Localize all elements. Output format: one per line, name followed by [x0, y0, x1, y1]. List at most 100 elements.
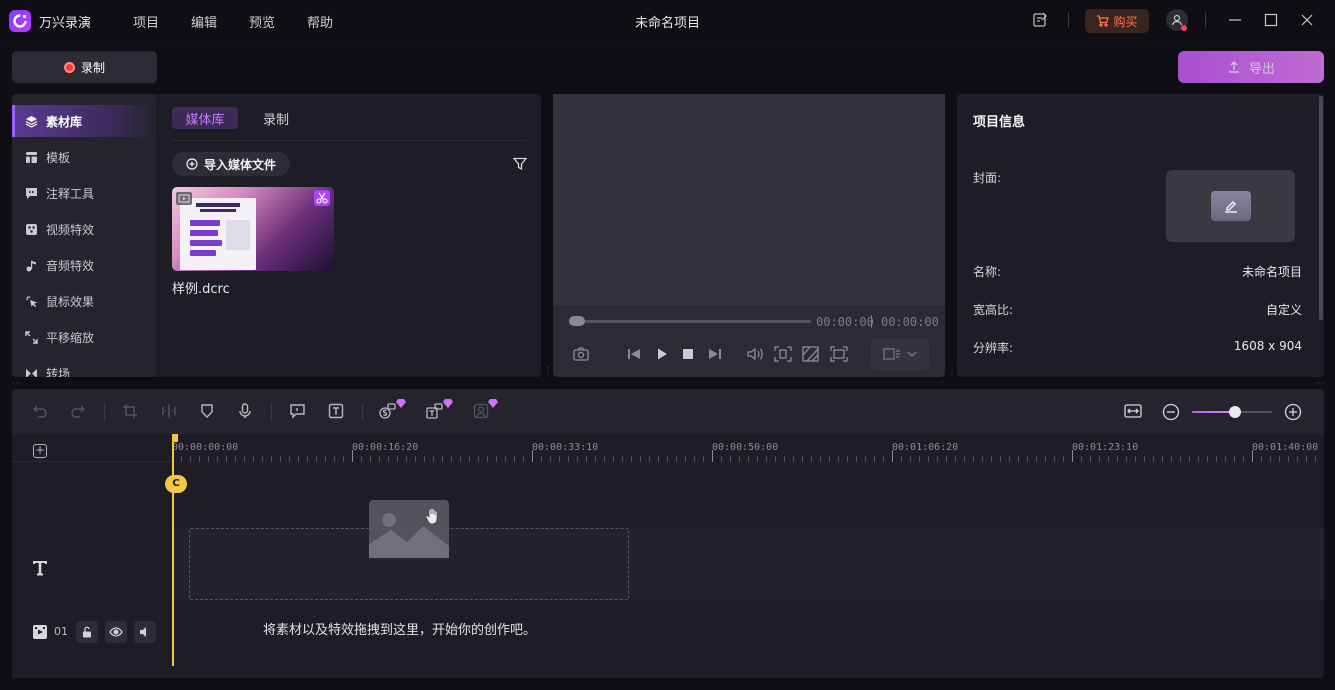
- aspect-ratio-dropdown[interactable]: [871, 338, 929, 370]
- ai-text-icon[interactable]: [426, 403, 444, 419]
- divider: [12, 461, 172, 462]
- crop-mask-icon[interactable]: [802, 346, 819, 362]
- minimize-icon[interactable]: [1228, 13, 1242, 27]
- fit-timeline-icon[interactable]: [1124, 403, 1142, 419]
- add-circle-icon: [186, 158, 198, 170]
- text-box-icon[interactable]: [328, 403, 344, 419]
- aspect-ratio-icon: [883, 347, 901, 361]
- ruler-label: 00:00:33:10: [532, 442, 599, 453]
- track-visibility-button[interactable]: [105, 621, 127, 643]
- sidebar-item-annotation[interactable]: 注释工具: [12, 177, 156, 209]
- menu-project[interactable]: 项目: [133, 12, 159, 31]
- fullscreen-icon[interactable]: [830, 346, 848, 362]
- import-media-label: 导入媒体文件: [203, 157, 276, 172]
- export-label: 导出: [1248, 61, 1275, 77]
- prev-frame-icon[interactable]: [626, 346, 642, 362]
- playhead-handle[interactable]: [172, 434, 178, 442]
- undo-icon[interactable]: [32, 403, 48, 419]
- sidebar-item-template[interactable]: 模板: [12, 141, 156, 173]
- sidebar-item-video-effects[interactable]: 视频特效: [12, 213, 156, 245]
- crop-icon[interactable]: [122, 403, 138, 419]
- menu-preview[interactable]: 预览: [249, 12, 275, 31]
- panel-resize-handle[interactable]: ⋯: [12, 378, 22, 389]
- playhead-badge[interactable]: C: [165, 475, 187, 493]
- scrollbar[interactable]: [1319, 96, 1323, 320]
- marker-icon[interactable]: [199, 403, 215, 419]
- premium-gem-icon: [396, 399, 406, 408]
- sidebar-item-cursor-effects[interactable]: 鼠标效果: [12, 285, 156, 317]
- buy-button[interactable]: 购买: [1085, 9, 1149, 33]
- volume-icon[interactable]: [746, 346, 764, 362]
- import-media-button[interactable]: 导入媒体文件: [172, 152, 290, 176]
- edit-scissors-icon[interactable]: [314, 190, 330, 206]
- sidebar-item-audio-effects[interactable]: 音频特效: [12, 249, 156, 281]
- app-logo-icon: [9, 10, 31, 32]
- tab-recording[interactable]: 录制: [252, 107, 300, 129]
- sidebar-item-transition[interactable]: 转场: [12, 357, 156, 377]
- sidebar-item-media-library[interactable]: 素材库: [12, 105, 156, 137]
- split-icon[interactable]: [161, 403, 177, 419]
- export-button[interactable]: 导出: [1178, 51, 1324, 83]
- record-button[interactable]: 录制: [12, 51, 157, 83]
- feedback-icon[interactable]: [1032, 12, 1048, 28]
- next-frame-icon[interactable]: [707, 346, 723, 362]
- add-track-button[interactable]: +: [33, 444, 47, 458]
- stop-icon[interactable]: [680, 346, 696, 362]
- music-note-icon: [25, 259, 38, 272]
- playhead[interactable]: [172, 434, 174, 666]
- menu-help[interactable]: 帮助: [307, 12, 333, 31]
- track-mute-button[interactable]: [134, 621, 156, 643]
- sidebar-item-label: 视频特效: [46, 222, 95, 237]
- timeline-drop-hint: 将素材以及特效拖拽到这里，开始你的创作吧。: [263, 623, 537, 638]
- field-label-name: 名称:: [973, 265, 1002, 279]
- total-time: 00:00:00: [881, 315, 939, 329]
- ruler-label: 00:00:16:20: [352, 442, 419, 453]
- play-icon[interactable]: [654, 346, 670, 362]
- ruler-label: 00:00:50:00: [712, 442, 779, 453]
- filter-icon[interactable]: [513, 157, 527, 171]
- speaker-icon: [139, 626, 151, 638]
- cover-picker[interactable]: [1166, 170, 1295, 242]
- ruler-label: 00:01:40:00: [1252, 442, 1319, 453]
- field-label-aspect-ratio: 宽高比:: [973, 303, 1014, 317]
- ai-subtitle-icon[interactable]: [379, 403, 397, 419]
- maximize-icon[interactable]: [1264, 13, 1278, 27]
- eye-icon: [109, 626, 123, 638]
- zoom-in-icon[interactable]: [1284, 403, 1302, 421]
- fit-frame-icon[interactable]: [774, 346, 792, 362]
- zoom-out-icon[interactable]: [1162, 403, 1180, 421]
- record-label: 录制: [80, 60, 105, 75]
- divider: [871, 315, 872, 328]
- microphone-icon[interactable]: [237, 403, 253, 419]
- close-icon[interactable]: [1300, 13, 1314, 27]
- panel-resize-handle[interactable]: ⋯: [1315, 378, 1325, 389]
- tab-media-library[interactable]: 媒体库: [172, 107, 238, 129]
- playback-progress-bar[interactable]: [576, 320, 811, 323]
- zoom-slider-knob[interactable]: [1229, 406, 1241, 418]
- app-name: 万兴录演: [39, 16, 92, 31]
- screenshot-camera-icon[interactable]: [573, 346, 589, 362]
- chevron-down-icon: [907, 350, 917, 358]
- cursor-click-icon: [25, 295, 38, 308]
- divider: [1068, 12, 1069, 28]
- playback-progress-knob[interactable]: [569, 316, 585, 326]
- track-lock-button[interactable]: [76, 621, 98, 643]
- sidebar-item-label: 模板: [46, 150, 71, 165]
- redo-icon[interactable]: [70, 403, 86, 419]
- divider: [1205, 12, 1206, 28]
- caption-bubble-icon[interactable]: [289, 403, 306, 419]
- ai-avatar-icon[interactable]: [473, 403, 489, 419]
- field-label-resolution: 分辨率:: [973, 341, 1014, 355]
- sidebar-item-label: 音频特效: [46, 258, 95, 273]
- divider: [104, 403, 105, 421]
- media-thumbnail[interactable]: [172, 187, 334, 271]
- sidebar-item-pan-zoom[interactable]: 平移缩放: [12, 321, 156, 353]
- video-effects-icon: [25, 223, 38, 236]
- sidebar-item-label: 转场: [46, 366, 71, 378]
- unlock-icon: [81, 626, 93, 638]
- menu-edit[interactable]: 编辑: [191, 12, 217, 31]
- text-track-icon: [32, 559, 48, 576]
- video-type-icon: [176, 192, 192, 205]
- ruler-label: 00:00:00:00: [172, 442, 239, 453]
- transition-icon: [25, 367, 38, 377]
